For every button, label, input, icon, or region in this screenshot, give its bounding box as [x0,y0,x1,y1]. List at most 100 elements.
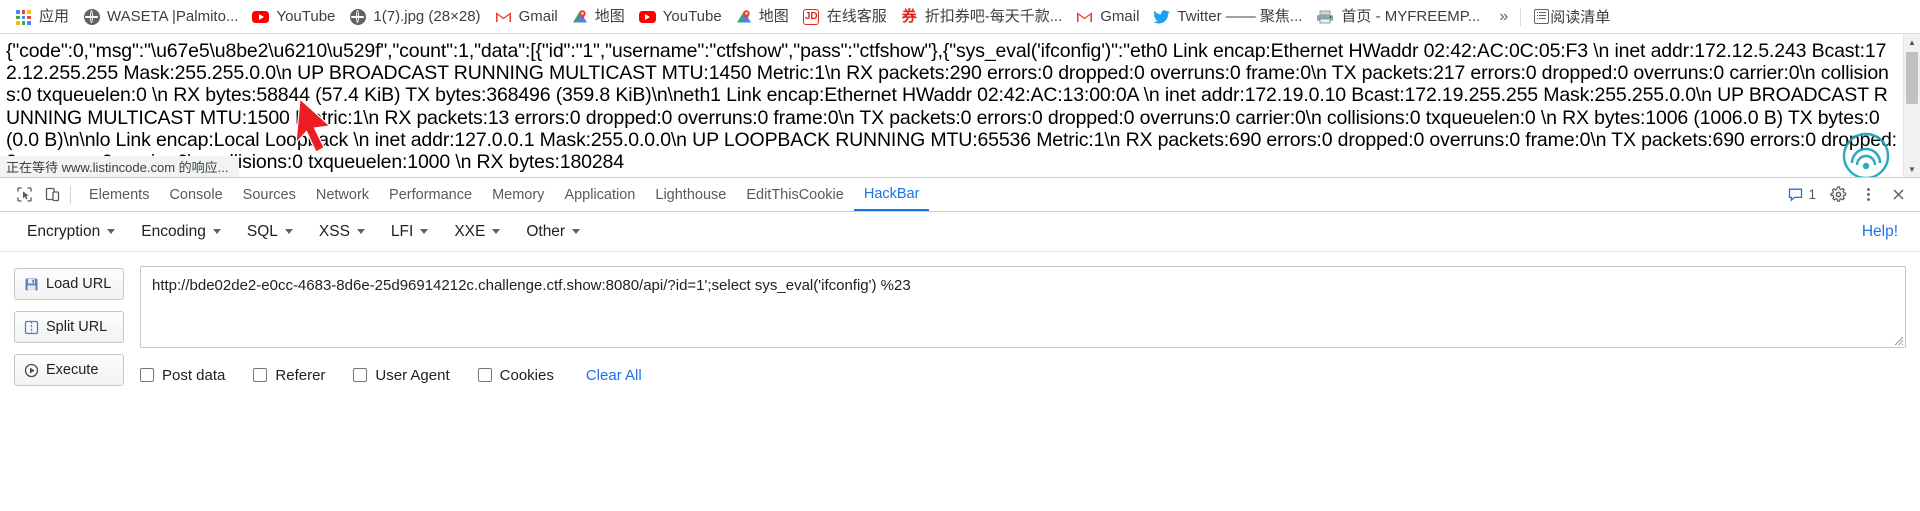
tab-memory[interactable]: Memory [482,178,554,211]
message-count-badge[interactable]: 1 [1782,182,1822,208]
bookmark-label: 1(7).jpg (28×28) [373,8,481,25]
tab-editthiscookie[interactable]: EditThisCookie [736,178,854,211]
page-vertical-scrollbar[interactable]: ▲ ▼ [1903,34,1920,177]
button-label: Load URL [46,276,112,292]
tab-elements[interactable]: Elements [79,178,159,211]
bookmark-label: 地图 [758,8,789,25]
message-count: 1 [1808,187,1816,202]
reading-list-icon [1533,8,1550,25]
coupon-icon: 券 [901,8,917,25]
disk-icon [25,278,38,290]
menu-label: Encoding [141,222,206,240]
maps-icon [736,9,752,25]
checkbox-box[interactable] [140,368,154,382]
execute-button[interactable]: Execute [14,354,124,386]
checkbox-cookies[interactable]: Cookies [477,367,554,384]
bookmark-label: WASETA |Palmito... [107,8,239,25]
hackbar-menubar: Encryption Encoding SQL XSS LFI XXE Othe… [0,212,1920,252]
menu-other[interactable]: Other [513,217,593,247]
tab-sources[interactable]: Sources [233,178,306,211]
bookmark-item-gmail-2[interactable]: Gmail [1069,4,1146,30]
bookmark-apps[interactable]: 应用 [8,4,76,30]
menu-encoding[interactable]: Encoding [128,217,234,247]
reading-list-label: 阅读清单 [1550,9,1611,26]
bookmark-item-image[interactable]: 1(7).jpg (28×28) [342,4,487,30]
bookmark-item-youtube-1[interactable]: YouTube [245,4,342,30]
tab-network[interactable]: Network [306,178,379,211]
scroll-down-arrow[interactable]: ▼ [1904,161,1920,177]
toggle-device-toolbar-icon[interactable] [38,182,66,208]
bookmark-item-twitter[interactable]: Twitter —— 聚焦... [1146,4,1309,30]
menu-label: XSS [318,222,350,240]
bookmark-item-coupon[interactable]: 券 折扣券吧-每天千款... [894,4,1070,30]
bookmark-item-youtube-2[interactable]: YouTube [632,4,729,30]
checkbox-box[interactable] [477,368,492,382]
menu-encryption[interactable]: Encryption [14,217,128,247]
jd-icon: JD [803,8,820,25]
tab-performance[interactable]: Performance [379,178,482,211]
menu-xxe[interactable]: XXE [441,217,513,247]
button-label: Split URL [46,319,108,335]
checkbox-post-data[interactable]: Post data [140,367,225,384]
bookmark-label: 折扣券吧-每天千款... [924,8,1063,25]
chevron-down-icon [212,229,221,234]
scrollbar-thumb[interactable] [1906,52,1918,104]
checkbox-user-agent[interactable]: User Agent [353,367,450,384]
close-icon[interactable] [1884,182,1912,208]
bookmark-item-waseta[interactable]: WASETA |Palmito... [76,4,245,30]
help-link[interactable]: Help! [1862,223,1898,241]
tab-lighthouse[interactable]: Lighthouse [645,178,736,211]
chevron-down-icon [420,229,429,234]
chevron-down-icon [356,229,365,234]
bookmark-item-jd[interactable]: JD 在线客服 [796,4,894,30]
menu-sql[interactable]: SQL [234,217,306,247]
bookmark-label: 应用 [39,8,70,25]
chevron-down-icon [492,229,501,234]
load-url-button[interactable]: Load URL [14,268,124,300]
more-options-icon[interactable] [1854,182,1882,208]
bookmarks-overflow-button[interactable]: » [1491,4,1516,30]
tab-hackbar[interactable]: HackBar [853,178,930,211]
bookmark-label: Twitter —— 聚焦... [1177,8,1303,25]
speech-bubble-icon [1789,188,1803,202]
devtools-toolbar-right: 1 [1782,182,1914,208]
menu-lfi[interactable]: LFI [378,217,441,247]
page-status-bubble: 正在等待 www.listincode.com 的响应... [0,156,239,177]
reading-list-button[interactable]: 阅读清单 [1525,4,1618,30]
scroll-up-arrow[interactable]: ▲ [1904,34,1920,50]
hackbar-options-row: Post data Referer User Agent Cookies Cle… [140,363,1906,387]
hackbar-body: Load URL Split URL Execute http://bde02d… [0,252,1920,511]
hackbar-panel: Encryption Encoding SQL XSS LFI XXE Othe… [0,212,1920,511]
url-input[interactable]: http://bde02de2-e0cc-4683-8d6e-25d969142… [140,266,1906,348]
menu-label: Encryption [27,222,101,240]
apps-grid-icon [15,8,32,25]
split-url-button[interactable]: Split URL [14,311,124,343]
devtools-toolbar: Elements Console Sources Network Perform… [0,178,1920,212]
inspect-element-icon[interactable] [10,182,38,208]
chevron-down-icon [107,229,116,234]
bookmark-label: Gmail [518,8,558,25]
bookmark-item-myfreemp[interactable]: 首页 - MYFREEMP... [1309,4,1487,30]
bookmark-label: YouTube [276,8,336,25]
bookmark-item-maps-2[interactable]: 地图 [729,4,796,30]
toolbar-divider [70,185,71,204]
checkbox-box[interactable] [353,368,368,382]
clear-all-link[interactable]: Clear All [586,367,642,384]
checkbox-box[interactable] [253,368,268,382]
button-label: Execute [46,362,99,378]
bookmark-item-maps-1[interactable]: 地图 [565,4,632,30]
gear-icon[interactable] [1824,182,1852,208]
tab-console[interactable]: Console [159,178,232,211]
checkbox-referer[interactable]: Referer [253,367,325,384]
resize-handle-icon[interactable] [1892,334,1904,346]
gmail-icon [1076,10,1093,23]
chevron-down-icon [572,229,581,234]
tab-application[interactable]: Application [554,178,645,211]
menu-xss[interactable]: XSS [306,217,378,247]
bookmark-item-gmail-1[interactable]: Gmail [488,4,565,30]
globe-icon [83,8,100,25]
chevron-down-icon [284,229,293,234]
menu-label: LFI [390,222,414,240]
bookmark-label: 首页 - MYFREEMP... [1341,8,1481,25]
checkbox-label: Post data [162,366,226,384]
